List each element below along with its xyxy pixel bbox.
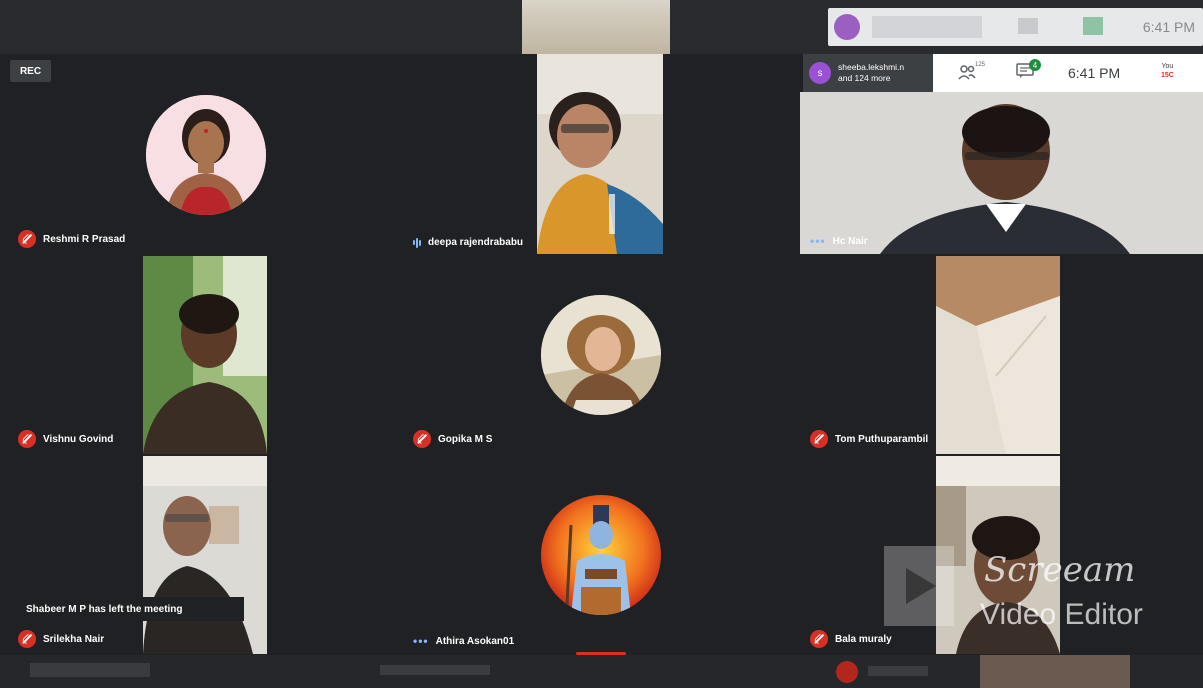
participants-summary[interactable]: s sheeba.lekshmi.n and 124 more	[803, 54, 933, 92]
participant-video	[143, 456, 267, 654]
self-view-label[interactable]: You 15C	[1161, 62, 1174, 80]
participant-name-bar: ••• Hc Nair	[810, 234, 868, 248]
mic-off-icon	[18, 230, 36, 248]
participant-name: Srilekha Nair	[43, 633, 105, 645]
meeting-top-bar: s sheeba.lekshmi.n and 124 more 125 4 6:…	[803, 54, 1203, 92]
participant-tile[interactable]: ••• Athira Asokan01	[403, 456, 798, 654]
participant-name: Tom Puthuparambil	[835, 433, 929, 445]
ghost-topbar: 6:41 PM	[828, 8, 1203, 46]
people-count: 125	[975, 62, 986, 68]
mic-off-icon	[18, 430, 36, 448]
avatar	[146, 95, 266, 215]
participant-name-bar: Vishnu Govind	[18, 430, 113, 448]
ghost-avatar	[834, 14, 860, 40]
participant-name: deepa rajendrababu	[428, 237, 524, 248]
participants-summary-line2: and 124 more	[838, 73, 891, 83]
avatar	[541, 295, 661, 415]
participant-name-bar: ••• Athira Asokan01	[413, 634, 514, 648]
participants-summary-text: sheeba.lekshmi.n and 124 more	[838, 62, 904, 84]
participant-tile[interactable]: Srilekha Nair	[8, 456, 401, 654]
participant-name: Vishnu Govind	[43, 433, 114, 445]
participant-tile[interactable]: Reshmi R Prasad REC	[8, 54, 401, 254]
participant-video	[800, 92, 1203, 254]
ghost-video	[980, 655, 1130, 688]
self-label-line2: 15C	[1161, 72, 1174, 79]
ghost-time: 6:41 PM	[1142, 19, 1195, 35]
meeting-stage: 6:41 PM Reshmi R Prasad REC deepa rajend…	[0, 0, 1203, 688]
notification-toast: Shabeer M P has left the meeting	[18, 597, 244, 621]
ghost-text	[868, 666, 928, 676]
participant-name: Gopika M S	[438, 433, 493, 445]
ghost-people-icon	[1018, 18, 1038, 34]
participant-name: Reshmi R Prasad	[43, 233, 126, 245]
participant-name: Hc Nair	[832, 235, 868, 247]
participant-video	[537, 54, 663, 254]
overlay-previous-frame-top: 6:41 PM	[0, 0, 1203, 54]
participant-tile[interactable]: Tom Puthuparambil	[800, 256, 1203, 454]
participant-avatar-icon: s	[809, 62, 831, 84]
participant-tile[interactable]: Gopika M S	[403, 256, 798, 454]
ghost-mic-icon	[836, 661, 858, 683]
participant-tile[interactable]: Bala muraly	[800, 456, 1203, 654]
participant-video	[936, 256, 1060, 454]
avatar	[541, 495, 661, 615]
participant-tile[interactable]: Vishnu Govind	[8, 256, 401, 454]
mic-off-icon	[810, 430, 828, 448]
mic-off-icon	[413, 430, 431, 448]
participant-name-bar: Bala muraly	[810, 630, 892, 648]
participant-video	[143, 256, 267, 454]
participant-name: Athira Asokan01	[435, 635, 515, 647]
mic-off-icon	[810, 630, 828, 648]
mic-off-icon	[18, 630, 36, 648]
more-dots-icon: •••	[810, 234, 826, 248]
self-label-line1: You	[1161, 63, 1174, 70]
ghost-video	[522, 0, 670, 54]
overlay-previous-frame-bottom	[0, 655, 1203, 688]
participant-name-bar: Srilekha Nair	[18, 630, 104, 648]
ghost-text	[872, 16, 982, 38]
participant-name-bar: deepa rajendrababu	[413, 237, 523, 248]
participant-name-bar: Reshmi R Prasad	[18, 230, 125, 248]
speaking-indicator-icon	[413, 237, 421, 248]
participants-summary-line1: sheeba.lekshmi.n	[838, 62, 905, 72]
participant-name-bar: Tom Puthuparambil	[810, 430, 928, 448]
participant-name-bar: Gopika M S	[413, 430, 492, 448]
participant-video	[936, 456, 1060, 654]
clock-time: 6:41 PM	[1068, 65, 1121, 81]
chat-badge: 4	[1029, 59, 1041, 71]
ghost-chat-icon	[1083, 17, 1103, 35]
participant-tile[interactable]: deepa rajendrababu	[403, 54, 798, 254]
more-dots-icon: •••	[413, 634, 429, 648]
people-icon[interactable]	[958, 63, 976, 81]
recording-badge: REC	[10, 60, 51, 82]
ghost-text	[30, 663, 150, 677]
participant-name: Bala muraly	[835, 633, 892, 645]
ghost-text	[380, 665, 490, 675]
